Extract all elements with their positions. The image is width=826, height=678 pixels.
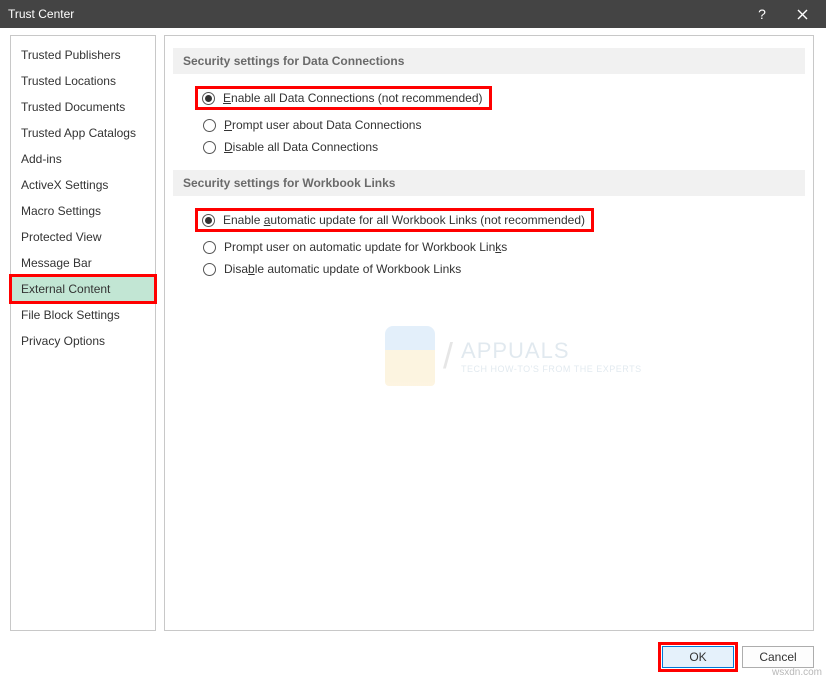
radio-label: Prompt user about Data Connections bbox=[224, 118, 421, 132]
highlight-box: Enable automatic update for all Workbook… bbox=[195, 208, 594, 232]
watermark-brand: APPUALS bbox=[461, 338, 642, 364]
sidebar-item-trusted-app-catalogs[interactable]: Trusted App Catalogs bbox=[11, 120, 155, 146]
cancel-button[interactable]: Cancel bbox=[742, 646, 814, 668]
radio-icon[interactable] bbox=[202, 214, 215, 227]
radio-label: Enable automatic update for all Workbook… bbox=[223, 213, 585, 227]
radio-label: Prompt user on automatic update for Work… bbox=[224, 240, 507, 254]
radio-label: Disable automatic update of Workbook Lin… bbox=[224, 262, 461, 276]
footer-credit: wsxdn.com bbox=[772, 667, 822, 678]
radio-icon[interactable] bbox=[203, 141, 216, 154]
dialog-content: Trusted PublishersTrusted LocationsTrust… bbox=[0, 28, 826, 678]
watermark-tagline: TECH HOW-TO'S FROM THE EXPERTS bbox=[461, 364, 642, 374]
workbook-links-option-0[interactable]: Enable automatic update for all Workbook… bbox=[165, 206, 813, 234]
sidebar-item-external-content[interactable]: External Content bbox=[11, 276, 155, 302]
sidebar-item-activex-settings[interactable]: ActiveX Settings bbox=[11, 172, 155, 198]
radio-icon[interactable] bbox=[202, 92, 215, 105]
sidebar-item-message-bar[interactable]: Message Bar bbox=[11, 250, 155, 276]
watermark-figure-icon bbox=[385, 326, 435, 386]
section-header-data-connections: Security settings for Data Connections bbox=[173, 48, 805, 74]
sidebar-item-file-block-settings[interactable]: File Block Settings bbox=[11, 302, 155, 328]
radio-icon[interactable] bbox=[203, 119, 216, 132]
data-connections-option-2[interactable]: Disable all Data Connections bbox=[165, 138, 813, 156]
help-button[interactable]: ? bbox=[742, 0, 782, 28]
sidebar-item-add-ins[interactable]: Add-ins bbox=[11, 146, 155, 172]
data-connections-option-0[interactable]: Enable all Data Connections (not recomme… bbox=[165, 84, 813, 112]
radio-icon[interactable] bbox=[203, 241, 216, 254]
window-title: Trust Center bbox=[8, 7, 742, 21]
watermark: / APPUALS TECH HOW-TO'S FROM THE EXPERTS bbox=[385, 326, 642, 386]
sidebar-item-trusted-documents[interactable]: Trusted Documents bbox=[11, 94, 155, 120]
radio-label: Disable all Data Connections bbox=[224, 140, 378, 154]
workbook-links-options: Enable automatic update for all Workbook… bbox=[165, 206, 813, 278]
sidebar-item-privacy-options[interactable]: Privacy Options bbox=[11, 328, 155, 354]
workbook-links-option-2[interactable]: Disable automatic update of Workbook Lin… bbox=[165, 260, 813, 278]
dialog-button-row: OK Cancel bbox=[662, 646, 814, 668]
radio-icon[interactable] bbox=[203, 263, 216, 276]
titlebar: Trust Center ? bbox=[0, 0, 826, 28]
watermark-text: APPUALS TECH HOW-TO'S FROM THE EXPERTS bbox=[461, 338, 642, 374]
data-connections-option-1[interactable]: Prompt user about Data Connections bbox=[165, 116, 813, 134]
sidebar-item-trusted-publishers[interactable]: Trusted Publishers bbox=[11, 42, 155, 68]
highlight-box: Enable all Data Connections (not recomme… bbox=[195, 86, 492, 110]
close-icon bbox=[797, 9, 808, 20]
sidebar-item-protected-view[interactable]: Protected View bbox=[11, 224, 155, 250]
main-panel: Security settings for Data Connections E… bbox=[164, 35, 814, 631]
data-connections-options: Enable all Data Connections (not recomme… bbox=[165, 84, 813, 156]
close-button[interactable] bbox=[782, 0, 822, 28]
watermark-slash-icon: / bbox=[443, 335, 453, 377]
sidebar-item-trusted-locations[interactable]: Trusted Locations bbox=[11, 68, 155, 94]
workbook-links-option-1[interactable]: Prompt user on automatic update for Work… bbox=[165, 238, 813, 256]
radio-label: Enable all Data Connections (not recomme… bbox=[223, 91, 483, 105]
section-header-workbook-links: Security settings for Workbook Links bbox=[173, 170, 805, 196]
ok-button[interactable]: OK bbox=[662, 646, 734, 668]
sidebar-item-macro-settings[interactable]: Macro Settings bbox=[11, 198, 155, 224]
sidebar: Trusted PublishersTrusted LocationsTrust… bbox=[10, 35, 156, 631]
